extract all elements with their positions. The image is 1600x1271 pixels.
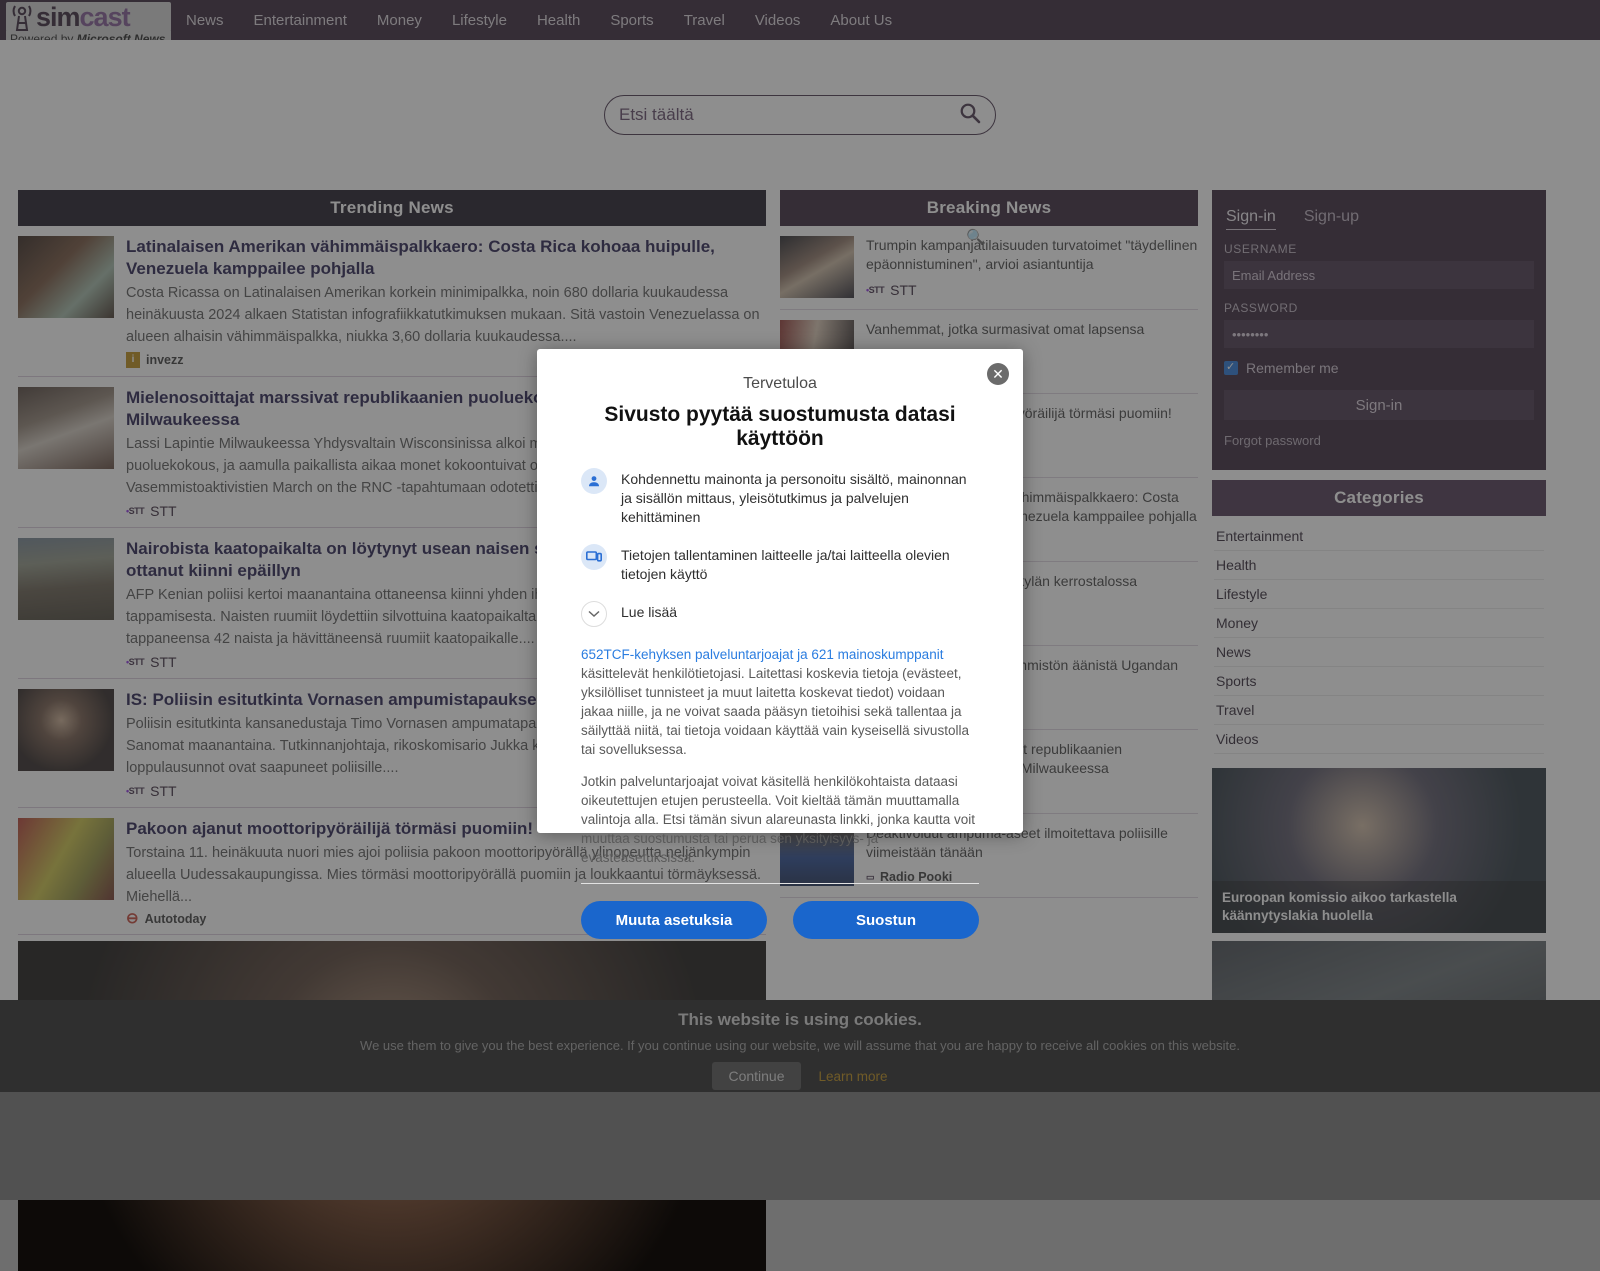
device-icon [581,544,607,570]
modal-body-text: 652TCF-kehyksen palveluntarjoajat ja 621… [581,645,979,867]
consent-readmore-label[interactable]: Lue lisää [621,601,677,622]
consent-readmore-row[interactable]: Lue lisää [581,601,979,627]
modal-title: Sivusto pyytää suostumusta datasi käyttö… [581,403,979,451]
providers-link[interactable]: 652TCF-kehyksen palveluntarjoajat ja 621… [581,647,943,662]
modal-divider [581,883,979,884]
consent-purpose-text: Kohdennettu mainonta ja personoitu sisäl… [621,468,979,527]
consent-modal: ✕ Tervetuloa Sivusto pyytää suostumusta … [537,349,1023,833]
modal-welcome-text: Tervetuloa [581,375,979,393]
modal-body-paragraph-1: 652TCF-kehyksen palveluntarjoajat ja 621… [581,645,979,759]
close-icon[interactable]: ✕ [987,363,1009,385]
consent-purpose-text: Tietojen tallentaminen laitteelle ja/tai… [621,544,979,584]
person-icon [581,468,607,494]
accept-button[interactable]: Suostun [793,901,979,939]
modal-body-p1-rest: käsittelevät henkilötietojasi. Laitettas… [581,666,969,757]
change-settings-button[interactable]: Muuta asetuksia [581,901,767,939]
chevron-down-icon[interactable] [581,601,607,627]
consent-purpose-row: Tietojen tallentaminen laitteelle ja/tai… [581,544,979,584]
modal-body-paragraph-2: Jotkin palveluntarjoajat voivat käsitell… [581,772,979,867]
modal-actions: Muuta asetuksia Suostun [581,901,979,939]
consent-purpose-row: Kohdennettu mainonta ja personoitu sisäl… [581,468,979,527]
